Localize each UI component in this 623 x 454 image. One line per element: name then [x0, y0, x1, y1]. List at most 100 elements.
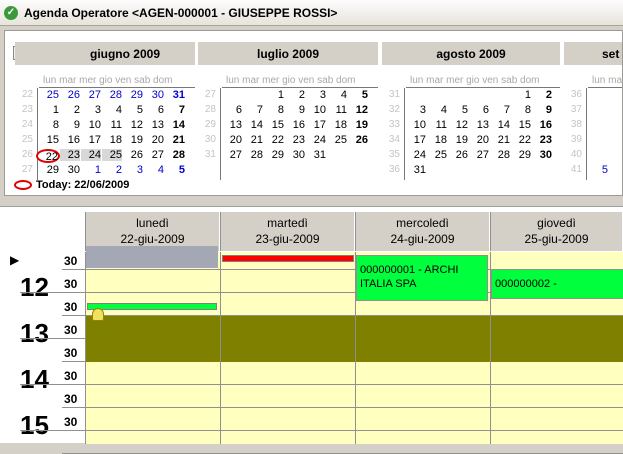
calendar-day[interactable]: 18: [327, 119, 347, 131]
calendar-day[interactable]: 12: [123, 119, 143, 131]
calendar-day[interactable]: 23: [532, 134, 552, 146]
calendar-day[interactable]: 17: [81, 134, 101, 146]
calendar-day[interactable]: 8: [39, 119, 59, 131]
calendar-day[interactable]: 24: [406, 149, 426, 161]
calendar-day[interactable]: 29: [264, 149, 284, 161]
calendar-day[interactable]: 16: [532, 119, 552, 131]
calendar-day[interactable]: 26: [348, 134, 368, 146]
calendar-day[interactable]: 30: [285, 149, 305, 161]
calendar-day[interactable]: 7: [165, 104, 185, 116]
calendar-day[interactable]: 9: [60, 119, 80, 131]
calendar-day[interactable]: 5: [123, 104, 143, 116]
calendar-day[interactable]: 29: [39, 164, 59, 176]
calendar-day[interactable]: 2: [102, 164, 122, 176]
calendar-day[interactable]: 10: [306, 104, 326, 116]
calendar-day[interactable]: 6: [469, 104, 489, 116]
calendar-day[interactable]: 24: [81, 149, 101, 161]
day-column-header[interactable]: mercoledì 24-giu-2009: [355, 212, 490, 251]
calendar-day[interactable]: 1: [264, 89, 284, 101]
calendar-day[interactable]: 30: [60, 164, 80, 176]
calendar-day[interactable]: 15: [511, 119, 531, 131]
calendar-day[interactable]: 27: [144, 149, 164, 161]
calendar-day[interactable]: 7: [490, 104, 510, 116]
calendar-day[interactable]: 11: [102, 119, 122, 131]
calendar-day[interactable]: 25: [39, 89, 59, 101]
appointment[interactable]: 000000002 -: [491, 269, 623, 299]
calendar-day[interactable]: 15: [264, 119, 284, 131]
calendar-day[interactable]: 5: [348, 89, 368, 101]
calendar-day[interactable]: 6: [144, 104, 164, 116]
calendar-day[interactable]: 28: [243, 149, 263, 161]
calendar-day[interactable]: 2: [60, 104, 80, 116]
calendar-day[interactable]: 31: [306, 149, 326, 161]
calendar-day[interactable]: 18: [102, 134, 122, 146]
calendar-day[interactable]: 17: [406, 134, 426, 146]
calendar-day[interactable]: 13: [469, 119, 489, 131]
calendar-day[interactable]: 9: [532, 104, 552, 116]
calendar-day[interactable]: 11: [327, 104, 347, 116]
calendar-day[interactable]: 2: [285, 89, 305, 101]
calendar-day[interactable]: 3: [123, 164, 143, 176]
calendar-day[interactable]: 10: [81, 119, 101, 131]
calendar-day[interactable]: 4: [427, 104, 447, 116]
day-column-header[interactable]: giovedì 25-giu-2009: [490, 212, 623, 251]
calendar-day[interactable]: 27: [469, 149, 489, 161]
appointment[interactable]: 000000001 - ARCHI ITALIA SPA: [356, 255, 488, 301]
calendar-day[interactable]: 21: [165, 134, 185, 146]
calendar-day[interactable]: 30: [532, 149, 552, 161]
calendar-day[interactable]: 4: [144, 164, 164, 176]
calendar-day[interactable]: 5: [588, 164, 608, 176]
calendar-day[interactable]: 6: [222, 104, 242, 116]
calendar-day[interactable]: 5: [448, 104, 468, 116]
calendar-day[interactable]: 17: [306, 119, 326, 131]
calendar-day[interactable]: 25: [427, 149, 447, 161]
calendar-day[interactable]: 31: [406, 164, 426, 176]
calendar-day[interactable]: 28: [490, 149, 510, 161]
calendar-day[interactable]: 1: [39, 104, 59, 116]
calendar-day[interactable]: 3: [81, 104, 101, 116]
calendar-day[interactable]: 1: [511, 89, 531, 101]
calendar-day[interactable]: 4: [102, 104, 122, 116]
calendar-day[interactable]: 12: [348, 104, 368, 116]
calendar-day[interactable]: 9: [285, 104, 305, 116]
calendar-day[interactable]: 3: [406, 104, 426, 116]
calendar-day[interactable]: 26: [60, 89, 80, 101]
calendar-day[interactable]: 19: [448, 134, 468, 146]
calendar-day[interactable]: 20: [144, 134, 164, 146]
calendar-day[interactable]: 19: [123, 134, 143, 146]
calendar-day[interactable]: 16: [285, 119, 305, 131]
calendar-day-today[interactable]: 22: [36, 149, 60, 163]
calendar-day[interactable]: 16: [60, 134, 80, 146]
calendar-day[interactable]: 8: [264, 104, 284, 116]
calendar-day[interactable]: 20: [469, 134, 489, 146]
calendar-day[interactable]: 28: [165, 149, 185, 161]
calendar-day[interactable]: 1: [81, 164, 101, 176]
calendar-day[interactable]: 11: [427, 119, 447, 131]
calendar-day[interactable]: 18: [427, 134, 447, 146]
calendar-day[interactable]: 25: [327, 134, 347, 146]
today-link[interactable]: Today: 22/06/2009: [14, 179, 129, 191]
calendar-day[interactable]: 25: [102, 149, 122, 161]
calendar-day[interactable]: 22: [511, 134, 531, 146]
calendar-day[interactable]: 6: [609, 164, 622, 176]
calendar-day[interactable]: 4: [327, 89, 347, 101]
calendar-day[interactable]: 22: [264, 134, 284, 146]
calendar-day[interactable]: 21: [243, 134, 263, 146]
calendar-day[interactable]: 23: [60, 149, 80, 161]
calendar-day[interactable]: 14: [243, 119, 263, 131]
calendar-day[interactable]: 19: [348, 119, 368, 131]
calendar-day[interactable]: 20: [222, 134, 242, 146]
calendar-day[interactable]: 14: [490, 119, 510, 131]
calendar-day[interactable]: 24: [306, 134, 326, 146]
calendar-day[interactable]: 2: [532, 89, 552, 101]
calendar-day[interactable]: 21: [490, 134, 510, 146]
calendar-day[interactable]: 15: [39, 134, 59, 146]
calendar-day[interactable]: 29: [511, 149, 531, 161]
calendar-day[interactable]: 3: [306, 89, 326, 101]
calendar-day[interactable]: 30: [144, 89, 164, 101]
calendar-day[interactable]: 26: [448, 149, 468, 161]
calendar-day[interactable]: 27: [222, 149, 242, 161]
calendar-day[interactable]: 23: [285, 134, 305, 146]
calendar-day[interactable]: 27: [81, 89, 101, 101]
calendar-day[interactable]: 8: [511, 104, 531, 116]
